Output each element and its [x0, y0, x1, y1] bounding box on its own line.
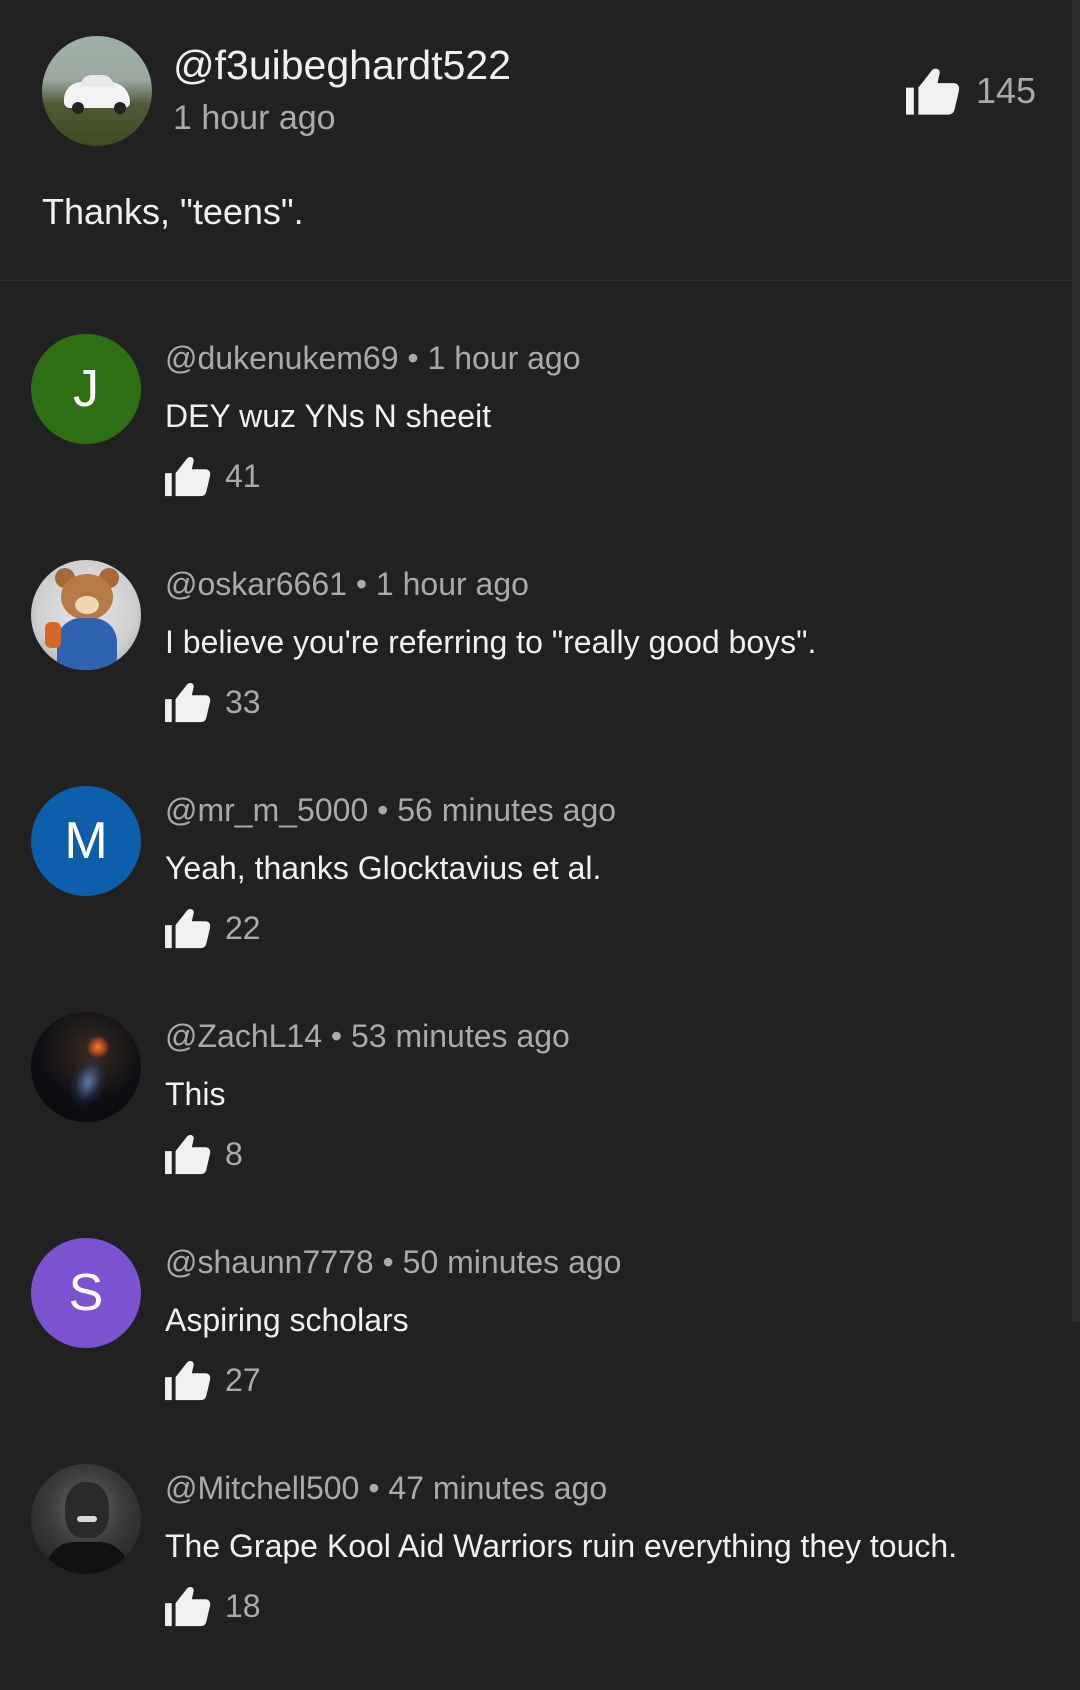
avatar[interactable]: M [31, 786, 141, 896]
reply-meta[interactable]: @ZachL14 • 53 minutes ago [165, 1018, 570, 1055]
reply-text: Yeah, thanks Glocktavius et al. [165, 850, 602, 886]
avatar[interactable]: S [31, 1238, 141, 1348]
reply-meta[interactable]: @Mitchell500 • 47 minutes ago [165, 1470, 607, 1507]
avatar-letter: J [73, 360, 99, 418]
like-button[interactable]: 145 [906, 65, 1036, 117]
avatar[interactable] [31, 560, 141, 670]
thumbs-up-icon [165, 1360, 211, 1401]
like-count: 27 [225, 1361, 261, 1398]
thumbs-up-icon [165, 1586, 211, 1627]
reply-item: J @dukenukem69 • 1 hour ago DEY wuz YNs … [0, 334, 1070, 560]
like-button[interactable]: 22 [165, 906, 261, 950]
reply-text: Aspiring scholars [165, 1302, 409, 1338]
top-comment: @f3uibeghardt522 1 hour ago 145 Thanks, … [0, 0, 1080, 280]
reply-item: @ZachL14 • 53 minutes ago This 8 [0, 1012, 1070, 1238]
reply-meta[interactable]: @oskar6661 • 1 hour ago [165, 566, 529, 603]
thumbs-up-icon [906, 68, 960, 115]
reply-meta[interactable]: @dukenukem69 • 1 hour ago [165, 340, 581, 377]
avatar[interactable] [42, 36, 152, 146]
avatar-letter: M [64, 812, 108, 870]
comment-username[interactable]: @f3uibeghardt522 [173, 42, 511, 89]
reply-text: The Grape Kool Aid Warriors ruin everyth… [165, 1528, 958, 1564]
like-button[interactable]: 27 [165, 1358, 261, 1402]
reply-text: This [165, 1076, 226, 1112]
avatar[interactable] [31, 1012, 141, 1122]
reply-item: S @shaunn7778 • 50 minutes ago Aspiring … [0, 1238, 1070, 1464]
divider [0, 280, 1080, 281]
reply-text: I believe you're referring to "really go… [165, 624, 817, 660]
like-count: 41 [225, 457, 261, 494]
thumbs-up-icon [165, 908, 211, 949]
nebula-image [87, 1036, 109, 1058]
avatar[interactable] [31, 1464, 141, 1574]
comment-text: Thanks, "teens". [42, 191, 304, 232]
like-count: 18 [225, 1587, 261, 1624]
like-button[interactable]: 18 [165, 1584, 261, 1628]
like-button[interactable]: 41 [165, 454, 261, 498]
avatar[interactable]: J [31, 334, 141, 444]
like-count: 145 [976, 70, 1037, 111]
person-image [65, 1482, 109, 1538]
reply-item: @oskar6661 • 1 hour ago I believe you're… [0, 560, 1070, 786]
like-button[interactable]: 33 [165, 680, 261, 724]
reply-text: DEY wuz YNs N sheeit [165, 398, 492, 434]
thumbs-up-icon [165, 682, 211, 723]
thumbs-up-icon [165, 456, 211, 497]
like-count: 33 [225, 683, 261, 720]
like-count: 22 [225, 909, 261, 946]
reply-item: @Mitchell500 • 47 minutes ago The Grape … [0, 1464, 1070, 1690]
like-count: 8 [225, 1135, 243, 1172]
reply-meta[interactable]: @mr_m_5000 • 56 minutes ago [165, 792, 616, 829]
reply-item: M @mr_m_5000 • 56 minutes ago Yeah, than… [0, 786, 1070, 1012]
comment-timestamp: 1 hour ago [173, 99, 336, 137]
thumbs-up-icon [165, 1134, 211, 1175]
avatar-letter: S [68, 1264, 104, 1322]
like-button[interactable]: 8 [165, 1132, 243, 1176]
reply-meta[interactable]: @shaunn7778 • 50 minutes ago [165, 1244, 621, 1281]
